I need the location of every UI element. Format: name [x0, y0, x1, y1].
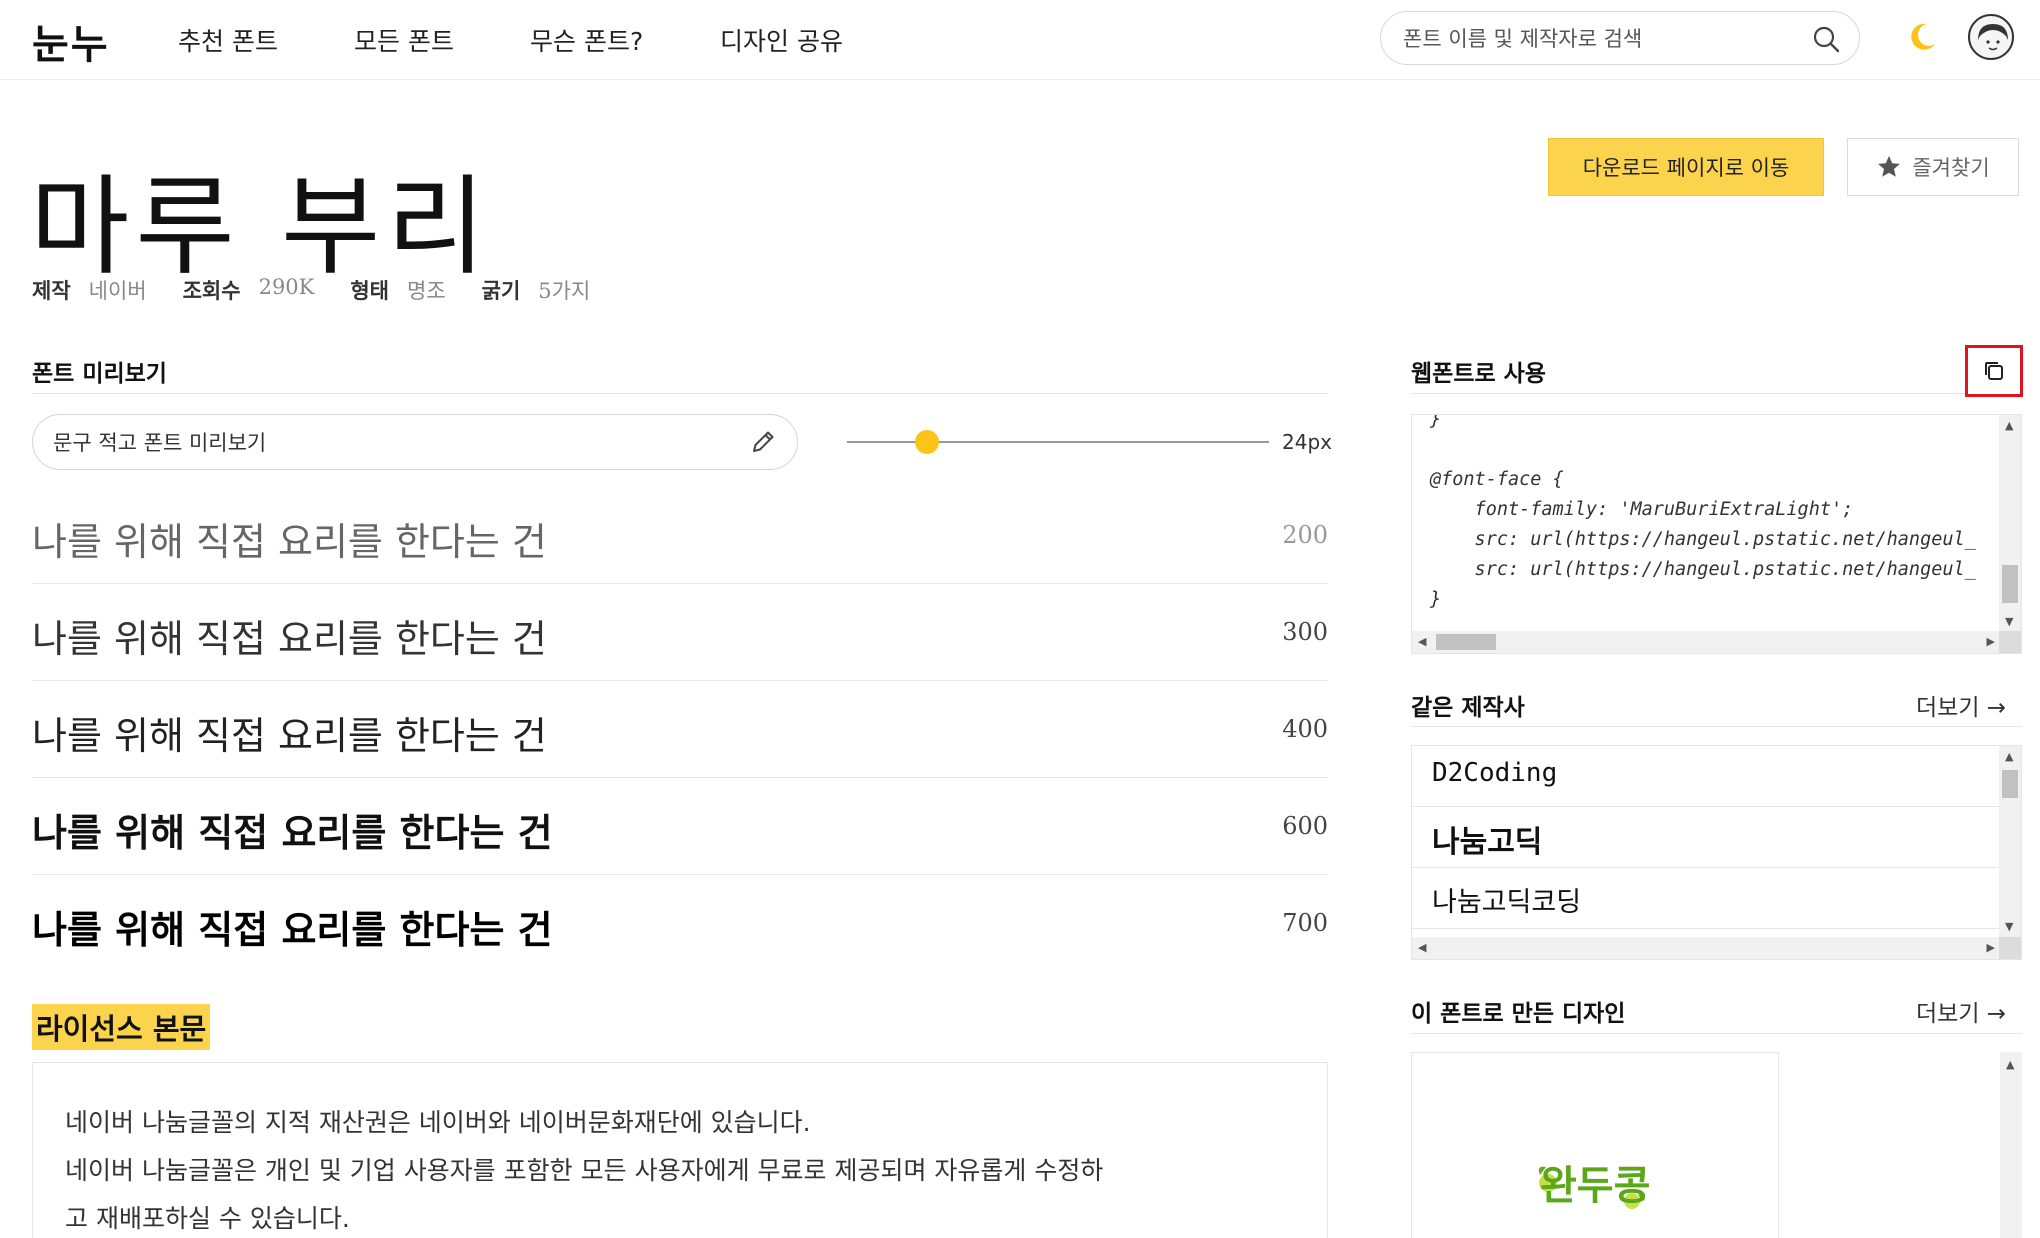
scroll-left-arrow-icon[interactable]: ◀ [1418, 941, 1426, 954]
meta-style-key: 형태 [350, 279, 389, 303]
preview-heading: 폰트 미리보기 [32, 361, 167, 387]
search-box [1380, 11, 1860, 65]
code-vertical-scroll-thumb[interactable] [2002, 565, 2018, 603]
preview-sample-text: 나를 위해 직접 요리를 한다는 건 [32, 617, 547, 661]
license-line: 네이버 나눔글꼴은 개인 및 기업 사용자를 포함한 모든 사용자에게 무료로 … [65, 1156, 1104, 1185]
scroll-down-arrow-icon[interactable]: ▼ [2005, 615, 2013, 628]
maker-font-item[interactable]: 나눔고딕코딩 [1412, 868, 2001, 929]
maker-font-item[interactable]: D2Coding [1412, 746, 2001, 807]
scroll-right-arrow-icon[interactable]: ▶ [1987, 941, 1995, 954]
preview-row: 나를 위해 직접 요리를 한다는 건 200 [32, 487, 1328, 584]
license-line: 네이버 나눔글꼴의 지적 재산권은 네이버와 네이버문화재단에 있습니다. [65, 1108, 811, 1137]
scroll-corner [1999, 937, 2021, 959]
maker-horizontal-scrollbar[interactable]: ◀ ▶ [1412, 937, 2001, 959]
preview-weight-label: 700 [1282, 909, 1328, 937]
code-vertical-scrollbar[interactable]: ▲ ▼ [1999, 415, 2021, 633]
scroll-up-arrow-icon[interactable]: ▲ [2006, 1058, 2014, 1071]
font-size-value: 24px [1282, 430, 1332, 454]
maker-vertical-scrollbar[interactable]: ▲ ▼ [1999, 746, 2021, 939]
font-size-slider-track[interactable] [847, 441, 1269, 443]
star-icon [1878, 156, 1901, 177]
meta-maker-key: 제작 [32, 279, 71, 303]
meta-views-key: 조회수 [182, 279, 241, 303]
code-horizontal-scrollbar[interactable]: ◀ ▶ [1412, 631, 2001, 653]
scroll-up-arrow-icon[interactable]: ▲ [2005, 750, 2013, 763]
search-input[interactable] [1403, 24, 1783, 54]
preview-text-input[interactable] [53, 428, 733, 458]
maker-font-name: D2Coding [1432, 758, 1558, 788]
maker-font-name: 나눔고딕 [1432, 825, 1543, 860]
preview-row: 나를 위해 직접 요리를 한다는 건 300 [32, 584, 1328, 681]
font-title: 마루 부리 [30, 165, 492, 290]
preview-weight-label: 600 [1282, 812, 1328, 840]
design-sample-text: 완두콩 [1540, 1163, 1651, 1209]
preview-weight-label: 300 [1282, 618, 1328, 646]
designs-vertical-scrollbar[interactable]: ▲ [2000, 1052, 2022, 1238]
user-avatar[interactable] [1968, 14, 2014, 60]
code-horizontal-scroll-thumb[interactable] [1436, 634, 1496, 650]
meta-views-value: 290K [258, 275, 315, 299]
favorite-button[interactable]: 즐겨찾기 [1847, 138, 2019, 196]
copy-code-button[interactable] [1965, 345, 2023, 397]
nav-recommended-fonts[interactable]: 추천 폰트 [178, 22, 278, 58]
favorite-label: 즐겨찾기 [1912, 156, 1990, 180]
download-page-button[interactable]: 다운로드 페이지로 이동 [1548, 138, 1824, 196]
license-body: 네이버 나눔글꼴의 지적 재산권은 네이버와 네이버문화재단에 있습니다. 네이… [32, 1062, 1328, 1238]
maker-font-name: 나눔고딕코딩 [1432, 887, 1582, 918]
same-maker-divider [1411, 726, 2022, 727]
top-header: 눈누 추천 폰트 모든 폰트 무슨 폰트? 디자인 공유 [0, 0, 2040, 80]
scroll-right-arrow-icon[interactable]: ▶ [1987, 635, 1995, 648]
preview-sample-text: 나를 위해 직접 요리를 한다는 건 [32, 908, 553, 952]
font-meta: 제작 네이버 조회수 290K 형태 명조 굵기 5가지 [32, 275, 626, 305]
scroll-up-arrow-icon[interactable]: ▲ [2005, 419, 2013, 432]
preview-divider [32, 393, 1328, 394]
meta-maker-value[interactable]: 네이버 [89, 275, 147, 305]
same-maker-heading: 같은 제작사 [1411, 695, 1525, 721]
preview-sample-text: 나를 위해 직접 요리를 한다는 건 [32, 811, 553, 855]
maker-vertical-scroll-thumb[interactable] [2002, 770, 2018, 798]
same-maker-list: D2Coding 나눔고딕 나눔고딕코딩 ▲ ▼ ◀ ▶ [1411, 745, 2022, 960]
preview-input-box [32, 414, 798, 470]
preview-sample-text: 나를 위해 직접 요리를 한다는 건 [32, 520, 547, 564]
designs-heading: 이 폰트로 만든 디자인 [1411, 1001, 1626, 1027]
scroll-down-arrow-icon[interactable]: ▼ [2005, 920, 2013, 933]
site-logo[interactable]: 눈누 [32, 12, 110, 70]
license-heading: 라이선스 본문 [32, 1004, 211, 1050]
preview-weight-label: 400 [1282, 715, 1328, 743]
meta-weights-key: 굵기 [481, 279, 521, 303]
preview-row: 나를 위해 직접 요리를 한다는 건 600 [32, 778, 1328, 875]
scroll-left-arrow-icon[interactable]: ◀ [1418, 635, 1426, 648]
designs-more-link[interactable]: 더보기 → [1916, 994, 2006, 1028]
nav-what-font[interactable]: 무슨 폰트? [530, 22, 643, 58]
design-card[interactable]: 완두콩 [1411, 1052, 1779, 1238]
designs-divider [1411, 1033, 2022, 1034]
copy-icon [1985, 362, 2003, 380]
nav-all-fonts[interactable]: 모든 폰트 [354, 22, 454, 58]
meta-weights-value: 5가지 [538, 279, 591, 303]
webfont-code[interactable]: } @font-face { font-family: 'MaruBuriExt… [1430, 415, 1976, 615]
preview-weight-label: 200 [1282, 521, 1328, 549]
preview-row: 나를 위해 직접 요리를 한다는 건 700 [32, 875, 1328, 972]
maker-font-item[interactable]: 나눔고딕 [1412, 807, 2001, 868]
webfont-heading: 웹폰트로 사용 [1411, 361, 1546, 387]
pencil-icon[interactable] [749, 428, 777, 456]
license-line: 고 재배포하실 수 있습니다. [65, 1204, 350, 1233]
nav-design-share[interactable]: 디자인 공유 [720, 22, 843, 58]
dark-mode-moon-icon[interactable] [1905, 20, 1939, 54]
scroll-corner [1999, 631, 2021, 653]
same-maker-more-link[interactable]: 더보기 → [1916, 688, 2006, 722]
search-icon[interactable] [1811, 24, 1841, 54]
webfont-code-box: } @font-face { font-family: 'MaruBuriExt… [1411, 414, 2022, 654]
preview-sample-text: 나를 위해 직접 요리를 한다는 건 [32, 714, 547, 758]
preview-row: 나를 위해 직접 요리를 한다는 건 400 [32, 681, 1328, 778]
meta-style-value: 명조 [407, 279, 446, 303]
avatar-face-icon [1978, 24, 2008, 51]
webfont-divider [1411, 393, 2022, 394]
font-size-slider-thumb[interactable] [915, 430, 940, 454]
